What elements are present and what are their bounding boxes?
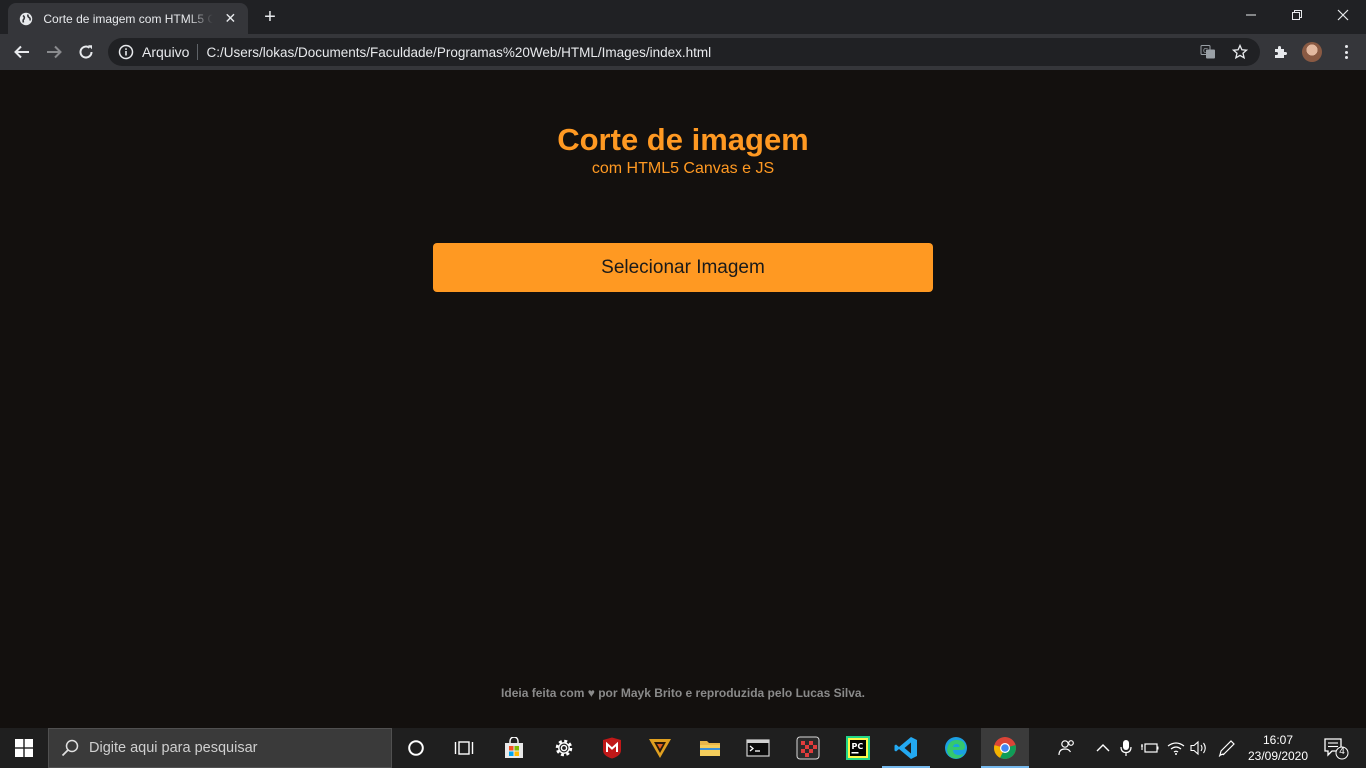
page-content: Corte de imagem com HTML5 Canvas e JS Se…	[0, 70, 1366, 728]
chevron-up-icon[interactable]	[1093, 738, 1113, 758]
people-icon[interactable]	[1057, 738, 1077, 758]
restore-icon	[1292, 10, 1302, 20]
action-center-button[interactable]: 4	[1322, 736, 1350, 760]
svg-text:G: G	[1203, 47, 1208, 55]
minimize-icon	[1246, 14, 1256, 16]
taskbar-app-virtualbox[interactable]	[784, 728, 832, 768]
forward-button[interactable]	[40, 38, 68, 66]
pen-ink-icon[interactable]	[1217, 738, 1237, 758]
bookmark-star-icon[interactable]	[1232, 44, 1248, 60]
close-icon	[1337, 9, 1349, 21]
pycharm-icon: PC	[846, 736, 870, 760]
cortana-button[interactable]	[392, 728, 440, 768]
task-view-button[interactable]	[440, 728, 488, 768]
address-bar[interactable]: Arquivo C:/Users/lokas/Documents/Faculda…	[108, 38, 1260, 66]
taskbar-app-edge[interactable]	[932, 728, 980, 768]
cortana-circle-icon	[408, 740, 424, 756]
volume-icon[interactable]	[1189, 738, 1209, 758]
tab-title: Corte de imagem com HTML5 Canvas e JS	[43, 11, 213, 26]
mcafee-shield-icon	[603, 737, 621, 759]
microphone-icon[interactable]	[1116, 738, 1136, 758]
task-view-icon	[454, 741, 474, 755]
scheme-label: Arquivo	[142, 44, 190, 60]
system-clock[interactable]: 16:07 23/09/2020	[1244, 732, 1312, 764]
taskbar-app-store[interactable]	[490, 728, 538, 768]
edge-icon	[945, 737, 967, 759]
notification-count: 4	[1339, 746, 1345, 757]
clock-time: 16:07	[1262, 733, 1294, 747]
taskbar-search[interactable]: Digite aqui para pesquisar	[48, 728, 392, 768]
browser-titlebar: Corte de imagem com HTML5 Canvas e JS ✕ …	[0, 0, 1366, 34]
battery-icon[interactable]	[1140, 738, 1160, 758]
gear-icon	[555, 739, 573, 757]
taskbar-app-pycharm[interactable]: PC	[834, 728, 882, 768]
svg-text:PC: PC	[852, 742, 864, 751]
taskbar-app-mcafee[interactable]	[588, 728, 636, 768]
vscode-icon	[894, 737, 917, 759]
close-window-button[interactable]	[1320, 0, 1366, 30]
browser-tab[interactable]: Corte de imagem com HTML5 Canvas e JS ✕	[8, 3, 248, 34]
footer-credits: Ideia feita com ♥ por Mayk Brito e repro…	[501, 686, 865, 700]
arrow-left-icon	[14, 45, 29, 59]
taskbar-app-settings[interactable]	[540, 728, 588, 768]
windows-logo-icon	[15, 739, 33, 757]
taskbar-app-vscode[interactable]	[882, 728, 930, 768]
globe-icon	[18, 11, 33, 27]
chrome-menu-icon[interactable]	[1338, 42, 1354, 62]
search-icon	[61, 739, 79, 757]
reload-icon	[79, 45, 93, 59]
select-image-button[interactable]: Selecionar Imagem	[433, 243, 933, 292]
taskbar-app-terminal[interactable]	[734, 728, 782, 768]
browser-toolbar: Arquivo C:/Users/lokas/Documents/Faculda…	[0, 34, 1366, 70]
taskbar-app-file-explorer[interactable]	[686, 728, 734, 768]
taskbar-app-chrome[interactable]	[981, 728, 1029, 768]
arrow-right-icon	[47, 45, 62, 59]
close-tab-icon[interactable]: ✕	[223, 10, 238, 27]
chrome-icon	[994, 737, 1016, 759]
restore-button[interactable]	[1274, 0, 1320, 30]
info-icon[interactable]	[118, 44, 134, 60]
extensions-button[interactable]	[1268, 40, 1292, 64]
url-text[interactable]: C:/Users/lokas/Documents/Faculdade/Progr…	[206, 45, 711, 60]
clock-date: 23/09/2020	[1247, 749, 1309, 763]
start-button[interactable]	[0, 728, 48, 768]
minimize-button[interactable]	[1228, 0, 1274, 30]
page-subtitle: com HTML5 Canvas e JS	[591, 160, 775, 177]
terminal-icon	[746, 739, 770, 757]
store-bag-icon	[505, 737, 523, 758]
back-button[interactable]	[8, 38, 36, 66]
reload-button[interactable]	[72, 38, 100, 66]
profile-avatar[interactable]	[1302, 42, 1322, 62]
windows-taskbar: Digite aqui para pesquisar PC 16:07 23/0…	[0, 728, 1366, 768]
folder-icon	[700, 741, 720, 756]
puzzle-icon	[1275, 46, 1287, 58]
search-placeholder: Digite aqui para pesquisar	[89, 740, 258, 756]
omnibox-divider	[197, 44, 199, 60]
page-title: Corte de imagem	[557, 122, 809, 157]
checkered-app-icon	[796, 736, 820, 760]
new-tab-button[interactable]: +	[259, 6, 281, 28]
translate-icon[interactable]: G	[1200, 44, 1216, 60]
wifi-icon[interactable]	[1166, 738, 1186, 758]
game-launcher-icon	[649, 739, 671, 758]
taskbar-app-game[interactable]	[636, 728, 684, 768]
